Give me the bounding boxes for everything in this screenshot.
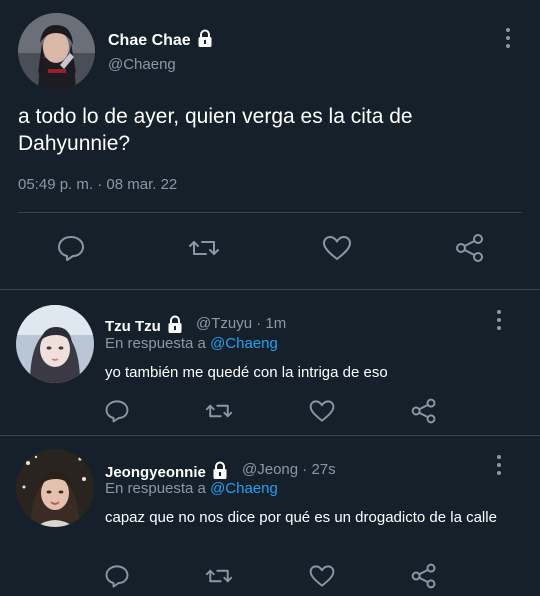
avatar[interactable]	[16, 305, 94, 383]
reply-icon[interactable]	[103, 562, 135, 594]
display-name[interactable]: Chae Chae	[108, 28, 215, 50]
retweet-icon[interactable]	[205, 397, 237, 429]
display-name-text: Tzu Tzu	[105, 318, 161, 335]
timestamp[interactable]: 05:49 p. m. · 08 mar. 22	[18, 176, 177, 193]
tweet-meta: @Tzuyu · 1m	[196, 315, 286, 332]
more-vertical-icon[interactable]	[489, 453, 509, 479]
tweet-meta: @Jeong · 27s	[242, 461, 336, 478]
display-name-text: Chae Chae	[108, 32, 191, 49]
reply-context: En respuesta a @Chaeng	[105, 335, 278, 352]
tweet-text: yo también me quedé con la intriga de es…	[105, 364, 388, 381]
tweet-time[interactable]: 27s	[311, 461, 335, 478]
display-name[interactable]: Jeongyeonnie	[105, 460, 230, 481]
lock-icon	[198, 29, 212, 47]
meta-separator: ·	[302, 461, 308, 478]
more-vertical-icon[interactable]	[498, 26, 518, 52]
tweet-time[interactable]: 1m	[265, 315, 286, 332]
tweet-text: a todo lo de ayer, quien verga es la cit…	[18, 105, 413, 155]
reply-tweet: Tzu Tzu @Tzuyu · 1m En respuesta a @Chae…	[0, 290, 540, 436]
tweet-text: capaz que no nos dice por qué es un drog…	[105, 509, 497, 526]
handle[interactable]: @Tzuyu	[196, 315, 252, 332]
display-name[interactable]: Tzu Tzu	[105, 314, 185, 335]
avatar[interactable]	[18, 13, 95, 90]
more-vertical-icon[interactable]	[489, 308, 509, 334]
heart-icon[interactable]	[321, 232, 353, 264]
handle[interactable]: @Chaeng	[108, 56, 176, 73]
main-tweet: Chae Chae @Chaeng a todo lo de ayer, qui…	[0, 0, 540, 290]
share-icon[interactable]	[410, 397, 442, 429]
mention-link[interactable]: @Chaeng	[210, 335, 278, 352]
meta-separator: ·	[256, 315, 262, 332]
divider	[18, 212, 522, 213]
reply-prefix: En respuesta a	[105, 480, 206, 497]
mention-link[interactable]: @Chaeng	[210, 480, 278, 497]
retweet-icon[interactable]	[205, 562, 237, 594]
handle[interactable]: @Jeong	[242, 461, 298, 478]
reply-icon[interactable]	[103, 397, 135, 429]
reply-tweet: Jeongyeonnie @Jeong · 27s En respuesta a…	[0, 436, 540, 596]
heart-icon[interactable]	[308, 397, 340, 429]
lock-icon	[213, 461, 227, 479]
lock-icon	[168, 315, 182, 333]
share-icon[interactable]	[454, 232, 486, 264]
display-name-text: Jeongyeonnie	[105, 464, 206, 481]
retweet-icon[interactable]	[188, 232, 220, 264]
avatar[interactable]	[16, 449, 94, 527]
share-icon[interactable]	[410, 562, 442, 594]
reply-context: En respuesta a @Chaeng	[105, 480, 278, 497]
reply-icon[interactable]	[55, 232, 87, 264]
reply-prefix: En respuesta a	[105, 335, 206, 352]
heart-icon[interactable]	[308, 562, 340, 594]
